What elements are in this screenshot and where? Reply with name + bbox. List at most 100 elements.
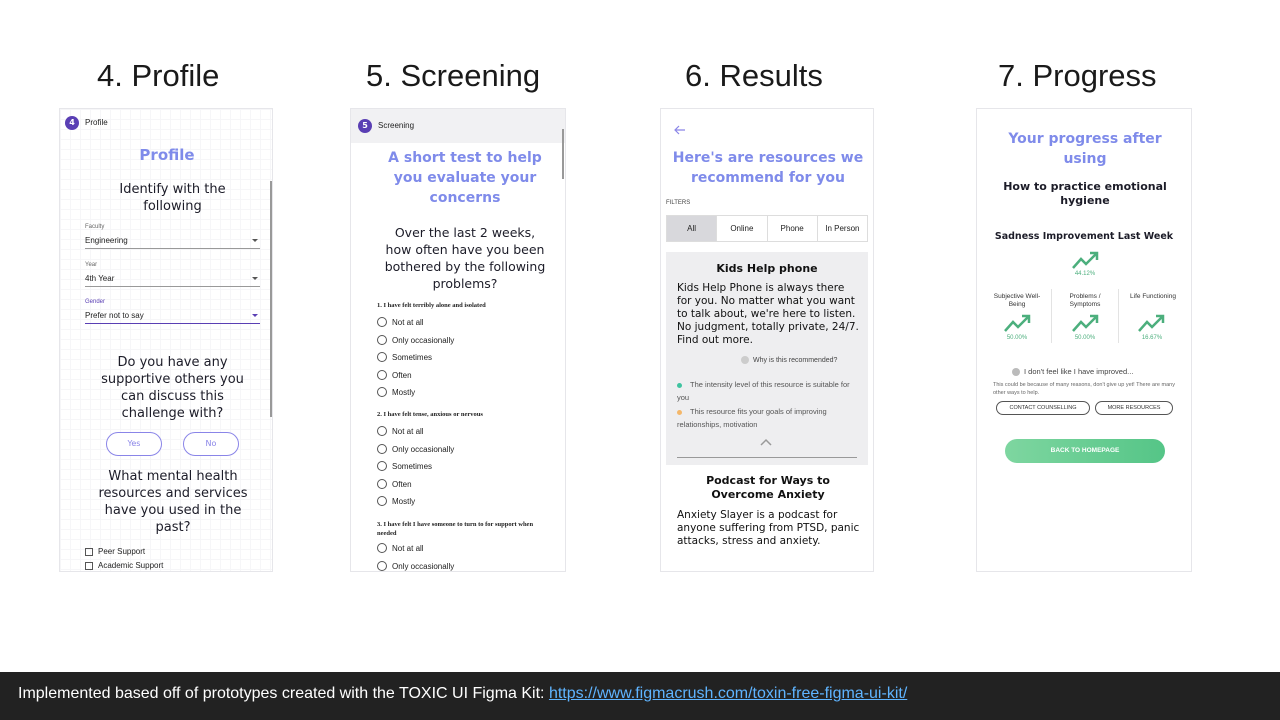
step-badge: 4 — [65, 116, 79, 130]
more-resources-button[interactable]: MORE RESOURCES — [1095, 401, 1173, 415]
profile-subheading: Identify with the following — [119, 182, 226, 214]
resource-title: Kids Help phone — [716, 262, 818, 275]
radio-icon — [377, 496, 387, 506]
checkbox-academic-support[interactable]: Academic Support — [85, 561, 163, 570]
results-heading: Here's are resources we recommend for yo… — [672, 150, 864, 186]
chevron-down-icon — [252, 277, 258, 280]
radio-icon — [377, 370, 387, 380]
step-badge: 5 — [358, 119, 372, 133]
filter-tab-all[interactable]: All — [667, 216, 718, 241]
resource-card-kids-help-phone[interactable]: Kids Help phone Kids Help Phone is alway… — [666, 252, 868, 465]
radio-icon — [377, 444, 387, 454]
contact-counselling-button[interactable]: CONTACT COUNSELLING — [996, 401, 1090, 415]
support-question: Do you have any supportive others you ca… — [101, 355, 244, 421]
divider — [1118, 289, 1119, 343]
back-to-homepage-button[interactable]: BACK TO HOMEPAGE — [1005, 439, 1165, 463]
gender-select[interactable]: Prefer not to say — [85, 311, 260, 324]
scrollbar[interactable] — [270, 181, 272, 417]
option-label: Often — [392, 479, 412, 489]
option-label: Not at all — [392, 543, 424, 553]
radio-icon — [377, 317, 387, 327]
radio-option[interactable]: Mostly — [377, 496, 415, 506]
resource-description: Anxiety Slayer is a podcast for anyone s… — [677, 509, 860, 547]
radio-option[interactable]: Sometimes — [377, 352, 432, 362]
chevron-up-icon[interactable] — [760, 438, 772, 446]
figma-kit-link[interactable]: https://www.figmacrush.com/toxin-free-fi… — [549, 685, 907, 702]
results-section-title: 6. Results — [685, 58, 823, 93]
profile-heading: Profile — [139, 146, 195, 164]
trend-up-icon — [1072, 251, 1099, 269]
metric-label: Subjective Well-Being — [993, 293, 1041, 308]
filter-tab-online[interactable]: Online — [717, 216, 768, 241]
faculty-select[interactable]: Engineering — [85, 236, 260, 249]
option-label: Not at all — [392, 317, 424, 327]
reason-1-text: The intensity level of this resource is … — [677, 380, 850, 402]
filter-tab-in-person[interactable]: In Person — [818, 216, 867, 241]
divider — [1051, 289, 1052, 343]
step-label: Profile — [85, 118, 108, 127]
metric-label: Life Functioning — [1130, 293, 1176, 300]
gender-label: Gender — [85, 299, 106, 305]
option-label: Only occasionally — [392, 561, 455, 571]
faculty-label: Faculty — [85, 224, 105, 230]
reason-2-text: This resource fits your goals of improvi… — [677, 407, 827, 429]
progress-section-title: 7. Progress — [998, 58, 1157, 93]
chevron-down-icon — [252, 314, 258, 317]
step-label: Screening — [378, 121, 415, 130]
option-label: Only occasionally — [392, 335, 455, 345]
why-recommended-toggle[interactable]: Why is this recommended? — [741, 356, 837, 364]
no-button[interactable]: No — [183, 432, 239, 456]
back-arrow-icon[interactable] — [674, 125, 686, 135]
checkbox-peer-support[interactable]: Peer Support — [85, 547, 145, 556]
not-improved-note: This could be because of many reasons, d… — [993, 382, 1175, 396]
profile-screen: 4 Profile Profile Identify with the foll… — [59, 108, 273, 572]
radio-option[interactable]: Sometimes — [377, 461, 432, 471]
reason-2: This resource fits your goals of improvi… — [677, 405, 857, 431]
faculty-value: Engineering — [85, 236, 128, 245]
chart-title: Sadness Improvement Last Week — [994, 231, 1174, 242]
radio-icon — [377, 561, 387, 571]
option-label: Mostly — [392, 496, 416, 506]
option-label: Only occasionally — [392, 444, 455, 454]
footer: Implemented based off of prototypes crea… — [0, 672, 1280, 720]
gender-value: Prefer not to say — [85, 311, 144, 320]
progress-subheading: How to practice emotional hygiene — [1003, 180, 1167, 207]
radio-option[interactable]: Not at all — [377, 426, 424, 436]
resources-question: What mental health resources and service… — [98, 469, 248, 535]
radio-option[interactable]: Only occasionally — [377, 335, 454, 345]
scrollbar[interactable] — [562, 129, 564, 179]
metric-label: Problems / Symptoms — [1069, 293, 1101, 308]
filters-label: FILTERS — [666, 200, 691, 206]
footer-text: Implemented based off of prototypes crea… — [18, 685, 549, 702]
metric-percentage: 50.00% — [1074, 335, 1096, 341]
option-label: Often — [392, 370, 412, 380]
yes-button[interactable]: Yes — [106, 432, 162, 456]
divider — [677, 457, 857, 458]
radio-option[interactable]: Only occasionally — [377, 561, 454, 571]
reason-dot-icon — [677, 409, 682, 415]
resource-title: Podcast for Ways to Overcome Anxiety — [706, 474, 830, 501]
filter-tab-phone[interactable]: Phone — [768, 216, 818, 241]
radio-option[interactable]: Not at all — [377, 543, 424, 553]
option-label: Sometimes — [392, 461, 433, 471]
checkbox-icon — [85, 547, 93, 556]
screening-prompt: Over the last 2 weeks, how often have yo… — [384, 225, 546, 291]
checkbox-label: Academic Support — [98, 561, 164, 570]
why-recommended-label: Why is this recommended? — [753, 356, 838, 364]
reason-1: The intensity level of this resource is … — [677, 378, 857, 404]
trend-up-icon — [1004, 314, 1031, 332]
checkbox-label: Peer Support — [98, 547, 146, 556]
screening-heading: A short test to help you evaluate your c… — [388, 150, 542, 206]
year-value: 4th Year — [85, 274, 115, 283]
profile-section-title: 4. Profile — [97, 58, 220, 93]
radio-option[interactable]: Only occasionally — [377, 444, 454, 454]
radio-icon — [377, 543, 387, 553]
chevron-down-icon — [252, 239, 258, 242]
radio-option[interactable]: Often — [377, 370, 412, 380]
radio-option[interactable]: Often — [377, 479, 412, 489]
year-label: Year — [85, 262, 98, 268]
main-percentage: 44.12% — [1074, 271, 1096, 277]
radio-option[interactable]: Not at all — [377, 317, 424, 327]
radio-option[interactable]: Mostly — [377, 387, 415, 397]
year-select[interactable]: 4th Year — [85, 274, 260, 287]
